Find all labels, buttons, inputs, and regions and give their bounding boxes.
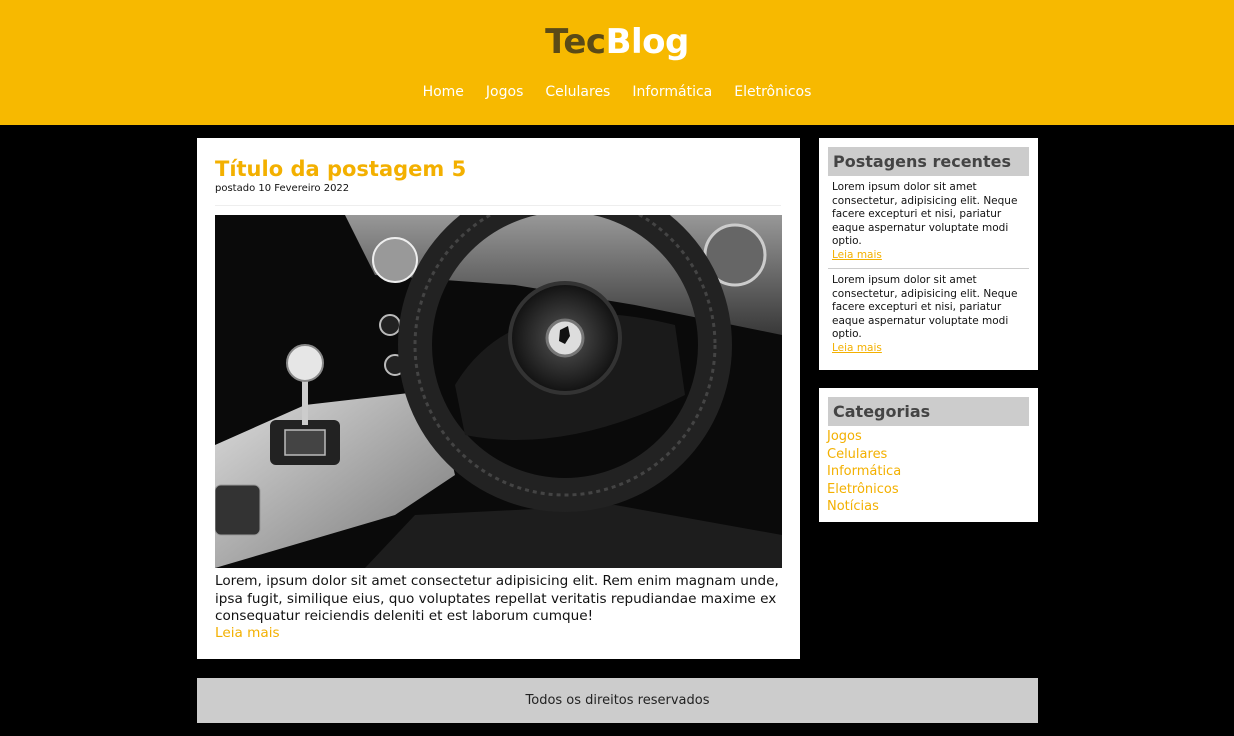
nav-eletronicos[interactable]: Eletrônicos xyxy=(734,84,811,100)
nav-home[interactable]: Home xyxy=(423,84,464,100)
recent-post-item: Lorem ipsum dolor sit amet consectetur, … xyxy=(832,274,1028,356)
recent-posts-widget: Postagens recentes Lorem ipsum dolor sit… xyxy=(819,138,1038,370)
recent-post-read-more[interactable]: Leia mais xyxy=(832,342,1028,356)
recent-post-text: Lorem ipsum dolor sit amet consectetur, … xyxy=(832,274,1018,341)
post-date: postado 10 Fevereiro 2022 xyxy=(215,183,350,194)
categories-widget: Categorias Jogos Celulares Informática E… xyxy=(819,388,1038,522)
nav-jogos[interactable]: Jogos xyxy=(486,84,523,100)
recent-post-read-more[interactable]: Leia mais xyxy=(832,249,1028,263)
site-footer: Todos os direitos reservados xyxy=(197,678,1038,723)
categories-list: Jogos Celulares Informática Eletrônicos … xyxy=(827,428,901,516)
categories-title: Categorias xyxy=(828,397,1029,426)
category-jogos[interactable]: Jogos xyxy=(827,428,901,446)
logo-blog: Blog xyxy=(605,22,690,62)
nav-informatica[interactable]: Informática xyxy=(632,84,712,100)
main-nav: Home Jogos Celulares Informática Eletrônicos xyxy=(0,84,1234,100)
post-title[interactable]: Título da postagem 5 xyxy=(215,157,466,181)
recent-posts-title: Postagens recentes xyxy=(828,147,1029,176)
post-image xyxy=(215,215,782,568)
category-informatica[interactable]: Informática xyxy=(827,463,901,481)
site-header: TecBlog Home Jogos Celulares Informática Ele… xyxy=(0,0,1234,125)
post-read-more-link[interactable]: Leia mais xyxy=(215,625,280,641)
category-celulares[interactable]: Celulares xyxy=(827,446,901,464)
post-excerpt: Lorem, ipsum dolor sit amet consectetur … xyxy=(215,573,779,624)
footer-text: Todos os direitos reservados xyxy=(525,693,710,708)
recent-post-text: Lorem ipsum dolor sit amet consectetur, … xyxy=(832,181,1018,248)
recent-divider xyxy=(828,268,1029,269)
category-eletronicos[interactable]: Eletrônicos xyxy=(827,481,901,499)
logo-tec: Tec xyxy=(545,22,606,62)
site-logo[interactable]: TecBlog xyxy=(0,22,1234,62)
recent-post-item: Lorem ipsum dolor sit amet consectetur, … xyxy=(832,181,1028,263)
post-divider xyxy=(215,205,781,206)
nav-celulares[interactable]: Celulares xyxy=(545,84,610,100)
category-noticias[interactable]: Notícias xyxy=(827,498,901,516)
post-card: Título da postagem 5 postado 10 Fevereir… xyxy=(197,138,800,659)
